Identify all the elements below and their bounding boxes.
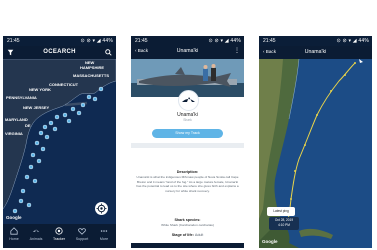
search-icon[interactable] — [105, 49, 112, 56]
description-text: Unama'ki is what the indigenous Mi'kmaw … — [136, 175, 239, 193]
tab-animals[interactable]: Animals — [25, 227, 47, 241]
support-icon — [78, 228, 86, 235]
track-header: ‹ Back Unama'ki — [259, 46, 372, 59]
stage-value: Adult — [194, 233, 204, 237]
section-divider — [131, 143, 244, 148]
locate-button[interactable] — [95, 202, 108, 215]
status-icons: ⊙ ⊘ ▾ ◢ 44% — [80, 38, 113, 44]
phone-tracker-map: 21:45 ⊙ ⊘ ▾ ◢ 44% OCEARCH NEW HAMPSHIRE … — [3, 36, 116, 248]
status-time: 21:45 — [135, 38, 148, 44]
ping-time: 4:10 PM — [278, 222, 290, 227]
shark-type: Shark — [183, 118, 192, 122]
tab-support[interactable]: Support — [71, 227, 93, 241]
tab-more[interactable]: More — [93, 227, 115, 241]
tab-tracker-label: Tracker — [52, 237, 66, 241]
map-label-new-york: NEW YORK — [29, 87, 51, 92]
ping-popup-title[interactable]: Latest ping — [267, 207, 295, 216]
tab-more-label: More — [99, 237, 109, 241]
phone-shark-profile: 21:45 ⊙ ⊘ ▾ ◢ 44% ‹ Back Unama'ki ⋮ Unam… — [131, 36, 244, 248]
page-title: Unama'ki — [176, 48, 199, 54]
map-label-hampshire: HAMPSHIRE — [80, 65, 105, 70]
tab-home-label: Home — [9, 237, 19, 241]
status-time: 21:45 — [7, 38, 20, 44]
shark-logo-icon — [182, 97, 195, 102]
ping-title: Latest ping — [273, 209, 289, 213]
description-title: Description: — [176, 170, 199, 174]
more-options-icon[interactable]: ⋮ — [234, 47, 240, 54]
bottom-strip — [131, 243, 244, 248]
status-time: 21:45 — [263, 38, 276, 44]
tab-home[interactable]: Home — [3, 227, 25, 241]
shark-avatar — [178, 90, 199, 111]
status-icons: ⊙ ⊘ ▾ ◢ 44% — [208, 38, 241, 44]
map-label-pennsylvania: PENNSYLVANIA — [6, 95, 37, 100]
stage-title: Stage of life: Adult — [131, 233, 244, 237]
status-icons: ⊙ ⊘ ▾ ◢ 44% — [336, 38, 369, 44]
tab-support-label: Support — [75, 237, 89, 241]
map-label-connecticut: CONNECTICUT — [49, 82, 79, 87]
tracker-map[interactable]: NEW HAMPSHIRE MASSACHUSETTS CONNECTICUT … — [3, 59, 116, 224]
home-icon — [10, 227, 18, 235]
phone-track-map: 21:45 ⊙ ⊘ ▾ ◢ 44% ‹ Back Unama'ki Latest… — [259, 36, 372, 248]
map-label-maryland: MARYLAND — [5, 117, 28, 122]
status-bar: 21:45 ⊙ ⊘ ▾ ◢ 44% — [131, 36, 244, 46]
app-header: OCEARCH — [3, 46, 116, 59]
profile-header: 21:45 ⊙ ⊘ ▾ ◢ 44% ‹ Back Unama'ki ⋮ — [131, 36, 244, 59]
crosshair-icon — [96, 203, 107, 214]
google-logo: Google — [6, 215, 22, 220]
app-logo: OCEARCH — [43, 49, 76, 55]
bottom-tab-bar: Home Animals Tracker Support More — [3, 224, 116, 248]
more-icon — [100, 230, 108, 232]
map-label-virginia: VIRGINIA — [5, 131, 23, 136]
show-track-button[interactable]: Show my Track — [152, 129, 223, 138]
stage-label: Stage of life: — [171, 233, 194, 237]
map-label-de: DE — [25, 123, 31, 128]
status-bar: 21:45 ⊙ ⊘ ▾ ◢ 44% — [3, 36, 116, 46]
google-logo: Google — [262, 239, 278, 244]
tab-animals-label: Animals — [29, 237, 43, 241]
map-label-massachusetts: MASSACHUSETTS — [73, 73, 110, 78]
tab-tracker[interactable]: Tracker — [48, 227, 70, 241]
page-title: Unama'ki — [304, 49, 327, 55]
species-text: White Shark (Carcharodon carcharias) — [161, 223, 214, 227]
ping-popup[interactable]: Oct 28, 2019 4:10 PM — [269, 217, 299, 230]
status-bar: 21:45 ⊙ ⊘ ▾ ◢ 44% — [259, 36, 372, 46]
species-title: Shark species: — [174, 218, 201, 222]
map-label-new-jersey: NEW JERSEY — [23, 105, 50, 110]
satellite-map[interactable]: Latest ping Oct 28, 2019 4:10 PM Google — [259, 59, 372, 248]
shark-icon — [32, 229, 40, 232]
tracker-icon — [55, 227, 63, 235]
